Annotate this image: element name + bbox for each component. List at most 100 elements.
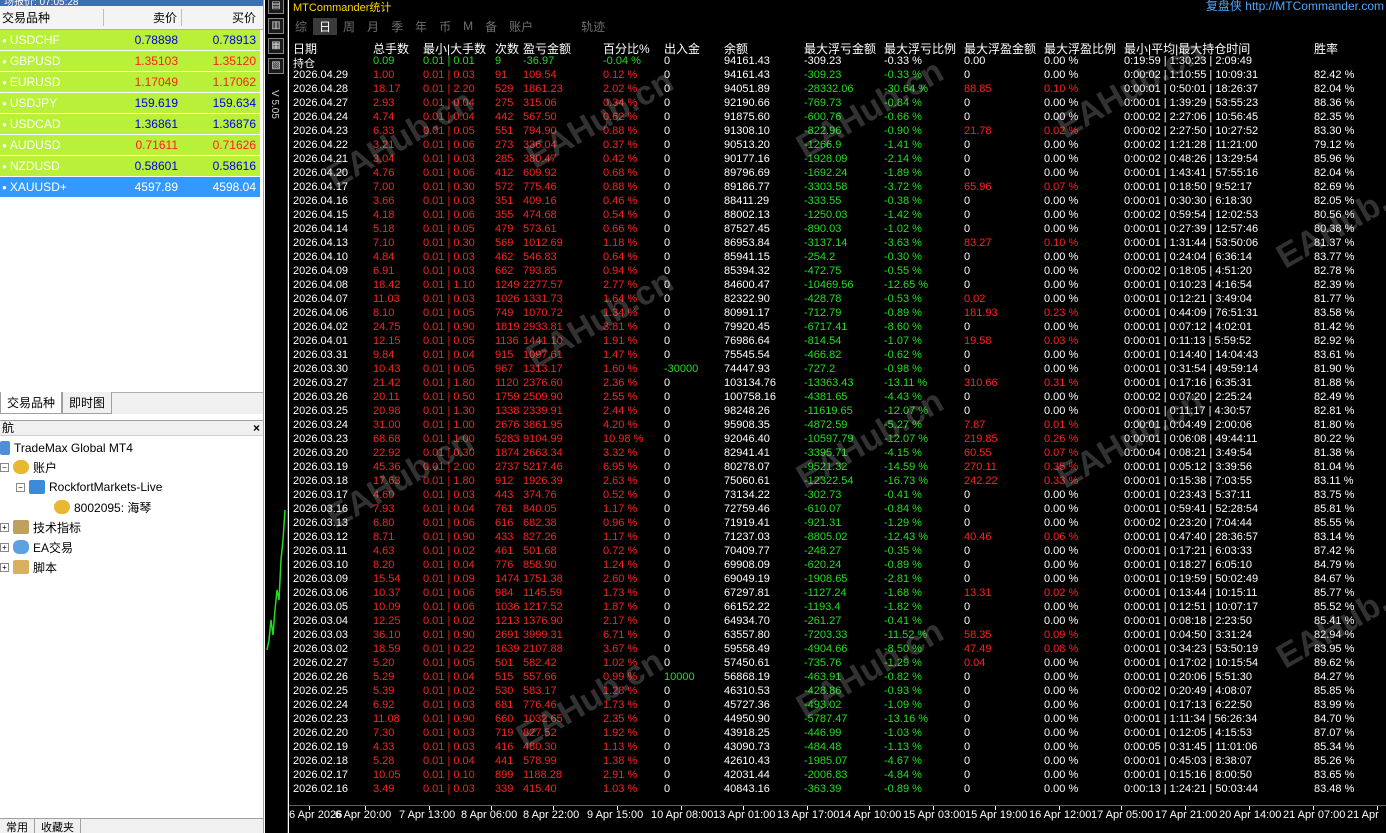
expand-icon[interactable]: + [0,562,9,572]
symbol-cell[interactable]: ● AUDUSD [0,135,104,155]
table-row[interactable]: 2026.03.05 10.09 0.01 | 0.06 1036 1217.52 1.8… [289,601,1386,615]
table-row[interactable]: 2026.04.09 6.91 0.01 | 0.03 662 793.85 0.94 %… [289,265,1386,279]
table-row[interactable]: 2026.04.08 18.42 0.01 | 1.10 1249 2277.57 2.7… [289,279,1386,293]
table-row[interactable]: 2026.03.24 31.00 0.01 | 1.00 2676 3861.95 4.2… [289,419,1386,433]
table-row[interactable]: 2026.03.16 7.93 0.01 | 0.04 761 840.05 1.17 %… [289,503,1386,517]
table-row[interactable]: 2026.04.17 7.00 0.01 | 0.30 572 775.46 0.88 %… [289,181,1386,195]
table-row[interactable]: 2026.03.26 20.11 0.01 | 0.50 1759 2509.90 2.5… [289,391,1386,405]
toolbar-button[interactable]: ▧ [268,58,284,74]
symbol-cell[interactable]: ● EURUSD [0,72,104,92]
tab-favorites[interactable]: 收藏夹 [35,819,81,833]
symbol-cell[interactable]: ● XAUUSD+ [0,177,104,197]
expand-icon[interactable]: + [0,542,9,552]
tree-item-broker[interactable]: TradeMax Global MT4 [0,438,133,458]
tab-period[interactable]: M [457,19,479,33]
symbol-cell[interactable]: ● USDCAD [0,114,104,134]
tab-period[interactable]: 币 [433,18,457,35]
tree-item-indicators[interactable]: + 技术指标 [0,517,81,537]
tree-item-accounts[interactable]: − 账户 [0,457,57,477]
table-row[interactable]: 2026.02.24 6.92 0.01 | 0.03 681 776.46 1.73 %… [289,699,1386,713]
table-row[interactable]: 2026.03.13 6.80 0.01 | 0.06 616 682.38 0.96 %… [289,517,1386,531]
symbol-cell[interactable]: ● USDJPY [0,93,104,113]
holding-row[interactable]: 持仓 0.09 0.01 | 0.01 9 -36.97 -0.04 % 0 94161.43… [289,55,1386,70]
tab-common[interactable]: 常用 [0,819,35,833]
market-watch-row[interactable]: ● GBPUSD 1.35103 1.35120 [0,51,263,72]
table-row[interactable]: 2026.03.02 18.59 0.01 | 0.22 1639 2107.88 3.6… [289,643,1386,657]
market-watch-row[interactable]: ● NZDUSD 0.58601 0.58616 [0,156,263,177]
table-row[interactable]: 2026.02.26 5.29 0.01 | 0.04 515 557.66 0.99 %… [289,671,1386,685]
collapse-icon[interactable]: − [0,462,9,472]
table-row[interactable]: 2026.02.16 3.49 0.01 | 0.03 339 415.40 1.03 %… [289,783,1386,797]
table-row[interactable]: 2026.04.06 8.10 0.01 | 0.05 749 1070.72 1.34 … [289,307,1386,321]
table-row[interactable]: 2026.04.23 6.33 0.01 | 0.05 551 794.90 0.88 %… [289,125,1386,139]
table-row[interactable]: 2026.04.28 18.17 0.01 | 2.20 529 1861.23 2.02… [289,83,1386,97]
table-row[interactable]: 2026.04.27 2.93 0.01 | 0.04 275 315.06 0.34 %… [289,97,1386,111]
toolbar-button[interactable]: ▦ [268,38,284,54]
table-row[interactable]: 2026.02.23 11.08 0.01 | 0.90 660 1032.65 2.35… [289,713,1386,727]
tab-period[interactable]: 日 [313,17,338,35]
table-row[interactable]: 2026.04.22 3.21 0.01 | 0.06 273 336.04 0.37 %… [289,139,1386,153]
market-watch-row[interactable]: ● XAUUSD+ 4597.89 4598.04 [0,177,263,198]
tab-period[interactable]: 综 [289,18,313,35]
symbol-cell[interactable]: ● GBPUSD [0,51,104,71]
market-watch-row[interactable]: ● EURUSD 1.17049 1.17062 [0,72,263,93]
table-row[interactable]: 2026.04.16 3.66 0.01 | 0.03 351 409.16 0.46 %… [289,195,1386,209]
table-row[interactable]: 2026.03.12 8.71 0.01 | 0.90 433 827.26 1.17 %… [289,531,1386,545]
table-row[interactable]: 2026.03.04 12.25 0.01 | 0.02 1213 1376.90 2.1… [289,615,1386,629]
table-row[interactable]: 2026.03.25 20.98 0.01 | 1.30 1338 2339.91 2.4… [289,405,1386,419]
table-row[interactable]: 2026.03.18 17.63 0.01 | 1.80 912 1926.39 2.63… [289,475,1386,489]
symbol-cell[interactable]: ● NZDUSD [0,156,104,176]
expand-icon[interactable]: + [0,522,9,532]
tab-period[interactable]: 备 [479,18,503,35]
table-row[interactable]: 2026.04.07 11.03 0.01 | 0.03 1026 1331.73 1.6… [289,293,1386,307]
tab-period[interactable]: 月 [361,18,385,35]
table-row[interactable]: 2026.02.27 5.20 0.01 | 0.05 501 582.42 1.02 %… [289,657,1386,671]
brand-url[interactable]: http://MTCommander.com [1245,0,1384,13]
table-row[interactable]: 2026.04.24 4.74 0.01 | 0.04 442 567.50 0.62 %… [289,111,1386,125]
close-icon[interactable]: × [253,421,260,436]
market-watch-row[interactable]: ● USDJPY 159.619 159.634 [0,93,263,114]
toolbar-button[interactable]: ▤ [268,0,284,14]
table-row[interactable]: 2026.03.09 15.54 0.01 | 0.09 1474 1751.38 2.6… [289,573,1386,587]
table-row[interactable]: 2026.03.19 45.36 0.01 | 2.00 2737 5217.46 6.9… [289,461,1386,475]
tab-symbols[interactable]: 交易品种 [0,392,63,414]
toolbar-button[interactable]: ▥ [268,18,284,34]
table-row[interactable]: 2026.03.11 4.63 0.01 | 0.02 461 501.68 0.72 %… [289,545,1386,559]
table-row[interactable]: 2026.04.10 4.84 0.01 | 0.03 462 546.83 0.64 %… [289,251,1386,265]
tab-period[interactable]: 周 [337,18,361,35]
tab-period[interactable]: 年 [409,18,433,35]
table-row[interactable]: 2026.04.01 12.15 0.01 | 0.05 1136 1441.10 1.9… [289,335,1386,349]
tree-item-account[interactable]: 8002095: 海琴 [54,497,151,517]
collapse-icon[interactable]: − [16,482,25,492]
tab-period[interactable]: 轨迹 [575,18,611,35]
tab-period[interactable]: 账户 [503,18,539,35]
table-row[interactable]: 2026.03.06 10.37 0.01 | 0.06 984 1145.59 1.73… [289,587,1386,601]
tab-period[interactable]: 季 [385,18,409,35]
table-row[interactable]: 2026.04.02 24.75 0.01 | 0.90 1819 2933.81 3.8… [289,321,1386,335]
tree-item-ea[interactable]: + EA交易 [0,537,73,557]
market-watch-row[interactable]: ● USDCHF 0.78898 0.78913 [0,30,263,51]
table-row[interactable]: 2026.04.20 4.76 0.01 | 0.06 412 609.92 0.68 %… [289,167,1386,181]
table-row[interactable]: 2026.03.31 9.84 0.01 | 0.04 915 1097.61 1.47 … [289,349,1386,363]
table-row[interactable]: 2026.02.19 4.33 0.01 | 0.03 416 480.30 1.13 %… [289,741,1386,755]
brand-link[interactable]: 复盘侠 http://MTCommander.com [1206,0,1384,14]
table-row[interactable]: 2026.03.27 21.42 0.01 | 1.80 1120 2376.60 2.3… [289,377,1386,391]
table-row[interactable]: 2026.02.18 5.28 0.01 | 0.04 441 578.99 1.38 %… [289,755,1386,769]
tree-item-server[interactable]: − RockfortMarkets-Live [16,477,162,497]
table-row[interactable]: 2026.03.20 22.92 0.01 | 0.30 1874 2663.34 3.3… [289,447,1386,461]
table-row[interactable]: 2026.04.13 7.10 0.01 | 0.30 569 1012.69 1.18 … [289,237,1386,251]
table-row[interactable]: 2026.02.20 7.30 0.01 | 0.03 719 827.52 1.92 %… [289,727,1386,741]
market-watch-row[interactable]: ● AUDUSD 0.71611 0.71626 [0,135,263,156]
table-row[interactable]: 2026.03.30 10.43 0.01 | 0.05 967 1313.17 1.60… [289,363,1386,377]
tree-item-scripts[interactable]: + 脚本 [0,557,57,577]
tab-tick-chart[interactable]: 即时图 [62,392,113,414]
table-row[interactable]: 2026.04.21 3.04 0.01 | 0.03 285 380.47 0.42 %… [289,153,1386,167]
col-ask-header[interactable]: 买价 [182,9,260,26]
market-watch-row[interactable]: ● USDCAD 1.36861 1.36876 [0,114,263,135]
table-row[interactable]: 2026.03.10 8.20 0.01 | 0.04 776 858.90 1.24 %… [289,559,1386,573]
table-row[interactable]: 2026.03.17 4.60 0.01 | 0.03 443 374.76 0.52 %… [289,489,1386,503]
table-row[interactable]: 2026.03.03 36.10 0.01 | 0.90 2691 3999.31 6.7… [289,629,1386,643]
col-symbol-header[interactable]: 交易品种 [0,9,104,26]
table-row[interactable]: 2026.04.15 4.18 0.01 | 0.06 355 474.68 0.54 %… [289,209,1386,223]
table-row[interactable]: 2026.02.25 5.39 0.01 | 0.02 530 583.17 1.28 %… [289,685,1386,699]
